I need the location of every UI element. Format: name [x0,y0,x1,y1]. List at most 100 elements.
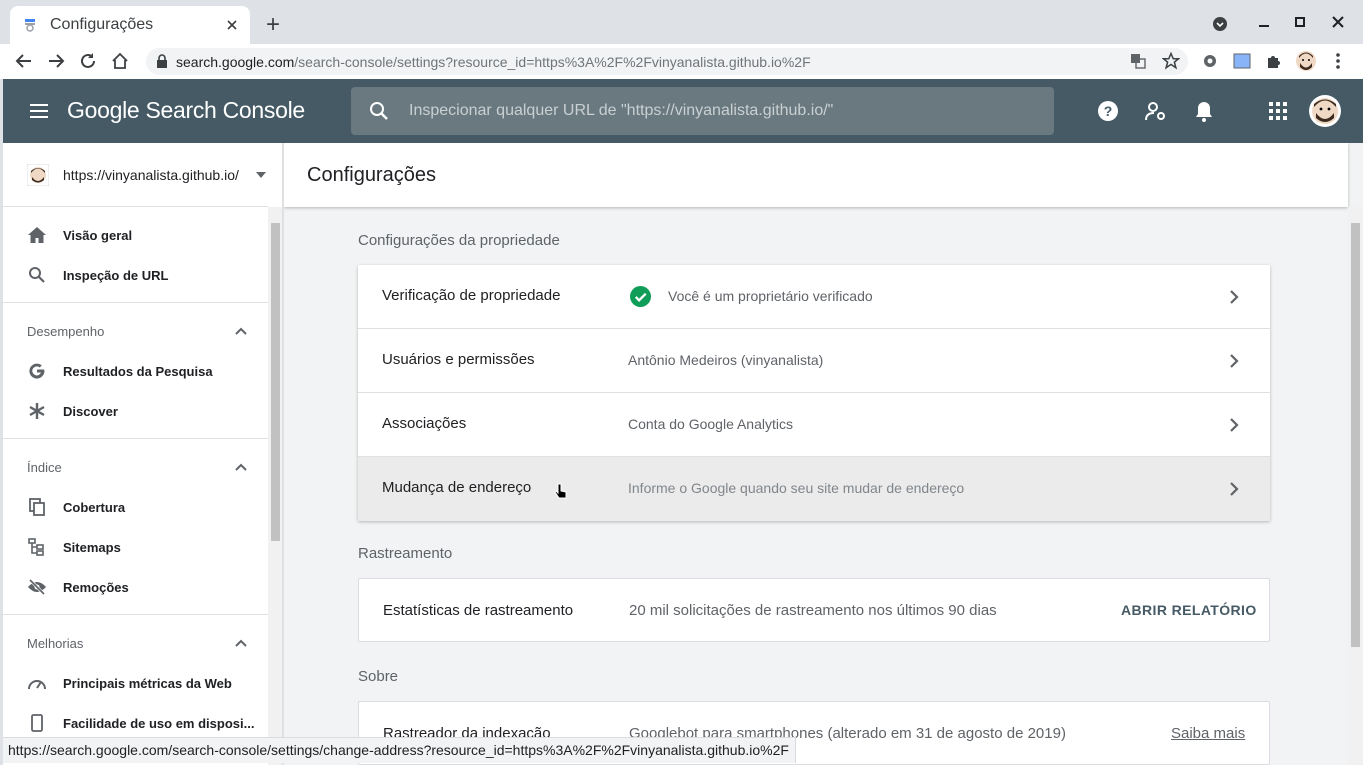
minimize-icon[interactable] [1252,10,1276,34]
chevron-right-icon [1222,349,1246,373]
nav-core-web-vitals[interactable]: Principais métricas da Web [3,663,268,703]
crawl-stats-card: Estatísticas de rastreamento 20 mil soli… [358,578,1270,642]
section-title-property: Configurações da propriedade [358,232,560,249]
browser-tab[interactable]: Configurações [10,6,250,44]
search-placeholder: Inspecionar qualquer URL de "https://vin… [409,102,834,119]
browser-tabstrip: Configurações + [0,0,1363,44]
search-console-logo[interactable]: Google Search Console [67,97,305,124]
row-users-permissions[interactable]: Usuários e permissões Antônio Medeiros (… [358,329,1270,393]
nav-overview[interactable]: Visão geral [3,215,268,255]
asterisk-icon [25,399,49,423]
section-header-performance[interactable]: Desempenho [27,324,104,339]
tab-search-icon[interactable] [1208,12,1232,36]
verified-check-icon [630,286,651,307]
extension-window-icon[interactable] [1230,49,1254,73]
sidebar: https://vinyanalista.github.io/ Visão ge… [3,143,283,765]
nav-label: Facilidade de uso em disposi... [63,715,255,731]
nav-label: Resultados da Pesquisa [63,363,213,379]
nav-label: Principais métricas da Web [63,675,232,691]
row-value: Informe o Google quando seu site mudar d… [628,480,965,496]
close-window-icon[interactable] [1326,10,1350,34]
translate-icon[interactable] [1130,53,1146,69]
crawl-stats-value: 20 mil solicitações de rastreamento nos … [629,602,997,619]
new-tab-button[interactable]: + [261,11,285,38]
nav-removals[interactable]: Remoções [3,567,268,607]
dropdown-arrow-icon [256,172,266,178]
hamburger-menu-icon[interactable] [27,99,51,123]
main-scrollbar-thumb[interactable] [1351,223,1360,647]
visibility-off-icon [25,575,49,599]
chevron-up-icon[interactable] [235,639,247,647]
manage-users-icon[interactable] [1144,99,1168,123]
learn-more-link[interactable]: Saiba mais [1171,725,1245,742]
nav-url-inspection[interactable]: Inspeção de URL [3,255,268,295]
main-content: Configurações Configurações da proprieda… [284,143,1363,765]
profile-avatar[interactable] [1294,49,1318,73]
phone-icon [25,711,49,735]
account-avatar[interactable] [1309,95,1341,127]
chevron-right-icon [1222,285,1246,309]
browser-menu-icon[interactable] [1326,49,1350,73]
google-g-icon [25,359,49,383]
reload-icon[interactable] [76,49,100,73]
forward-icon[interactable] [44,49,68,73]
tab-close-icon[interactable] [226,19,238,31]
nav-label: Discover [63,403,118,419]
crawl-stats-label: Estatísticas de rastreamento [383,602,574,619]
property-selector[interactable]: https://vinyanalista.github.io/ [3,143,268,207]
sidebar-scrollbar[interactable] [268,207,282,765]
divider [3,438,268,439]
back-icon[interactable] [12,49,36,73]
page-title: Configurações [284,143,1348,207]
divider [3,614,268,615]
nav-label: Inspeção de URL [63,267,169,283]
row-label: Mudança de endereço [382,479,532,496]
bookmark-star-icon[interactable] [1162,52,1180,70]
extensions-puzzle-icon[interactable] [1262,49,1286,73]
chevron-right-icon [1222,477,1246,501]
nav-label: Sitemaps [63,539,121,555]
maximize-icon[interactable] [1288,10,1312,34]
url-inspection-search[interactable]: Inspecionar qualquer URL de "https://vin… [351,87,1054,135]
nav-sitemaps[interactable]: Sitemaps [3,527,268,567]
chevron-up-icon[interactable] [235,327,247,335]
home-button-icon[interactable] [108,49,132,73]
copy-icon [25,495,49,519]
nav-label: Remoções [63,579,129,595]
nav-coverage[interactable]: Cobertura [3,487,268,527]
section-header-index[interactable]: Índice [27,460,62,475]
extension-gear-icon[interactable] [1198,49,1222,73]
search-icon [369,101,389,121]
help-icon[interactable]: ? [1096,99,1120,123]
app-header: Google Search Console Inspecionar qualqu… [3,79,1363,143]
property-favicon [27,164,49,186]
sidebar-scrollbar-thumb[interactable] [271,223,280,541]
url-path: /search-console/settings?resource_id=htt… [294,53,811,70]
tab-title: Configurações [50,16,154,33]
section-title-about: Sobre [358,668,399,685]
row-value: Você é um proprietário verificado [668,288,873,304]
row-value: Conta do Google Analytics [628,416,793,432]
row-label: Associações [382,415,467,432]
chevron-up-icon[interactable] [235,463,247,471]
row-associations[interactable]: Associações Conta do Google Analytics [358,393,1270,457]
section-title-crawling: Rastreamento [358,545,453,562]
nav-label: Visão geral [63,227,133,243]
address-bar[interactable]: search.google.com/search-console/setting… [146,48,1188,75]
nav-discover[interactable]: Discover [3,391,268,431]
search-console-favicon-icon [22,17,38,33]
sitemap-icon [25,535,49,559]
row-ownership-verification[interactable]: Verificação de propriedade Você é um pro… [358,265,1270,329]
search-icon [25,263,49,287]
row-change-of-address[interactable]: Mudança de endereço Informe o Google qua… [358,457,1270,521]
apps-grid-icon[interactable] [1266,99,1290,123]
open-report-button[interactable]: ABRIR RELATÓRIO [1121,602,1257,618]
nav-search-results[interactable]: Resultados da Pesquisa [3,351,268,391]
section-header-enhancements[interactable]: Melhorias [27,636,83,651]
nav-label: Cobertura [63,499,126,515]
lock-icon[interactable] [156,54,168,68]
row-label: Verificação de propriedade [382,287,561,304]
browser-toolbar: search.google.com/search-console/setting… [0,44,1363,79]
main-scrollbar[interactable] [1348,207,1363,765]
notifications-bell-icon[interactable] [1192,99,1216,123]
